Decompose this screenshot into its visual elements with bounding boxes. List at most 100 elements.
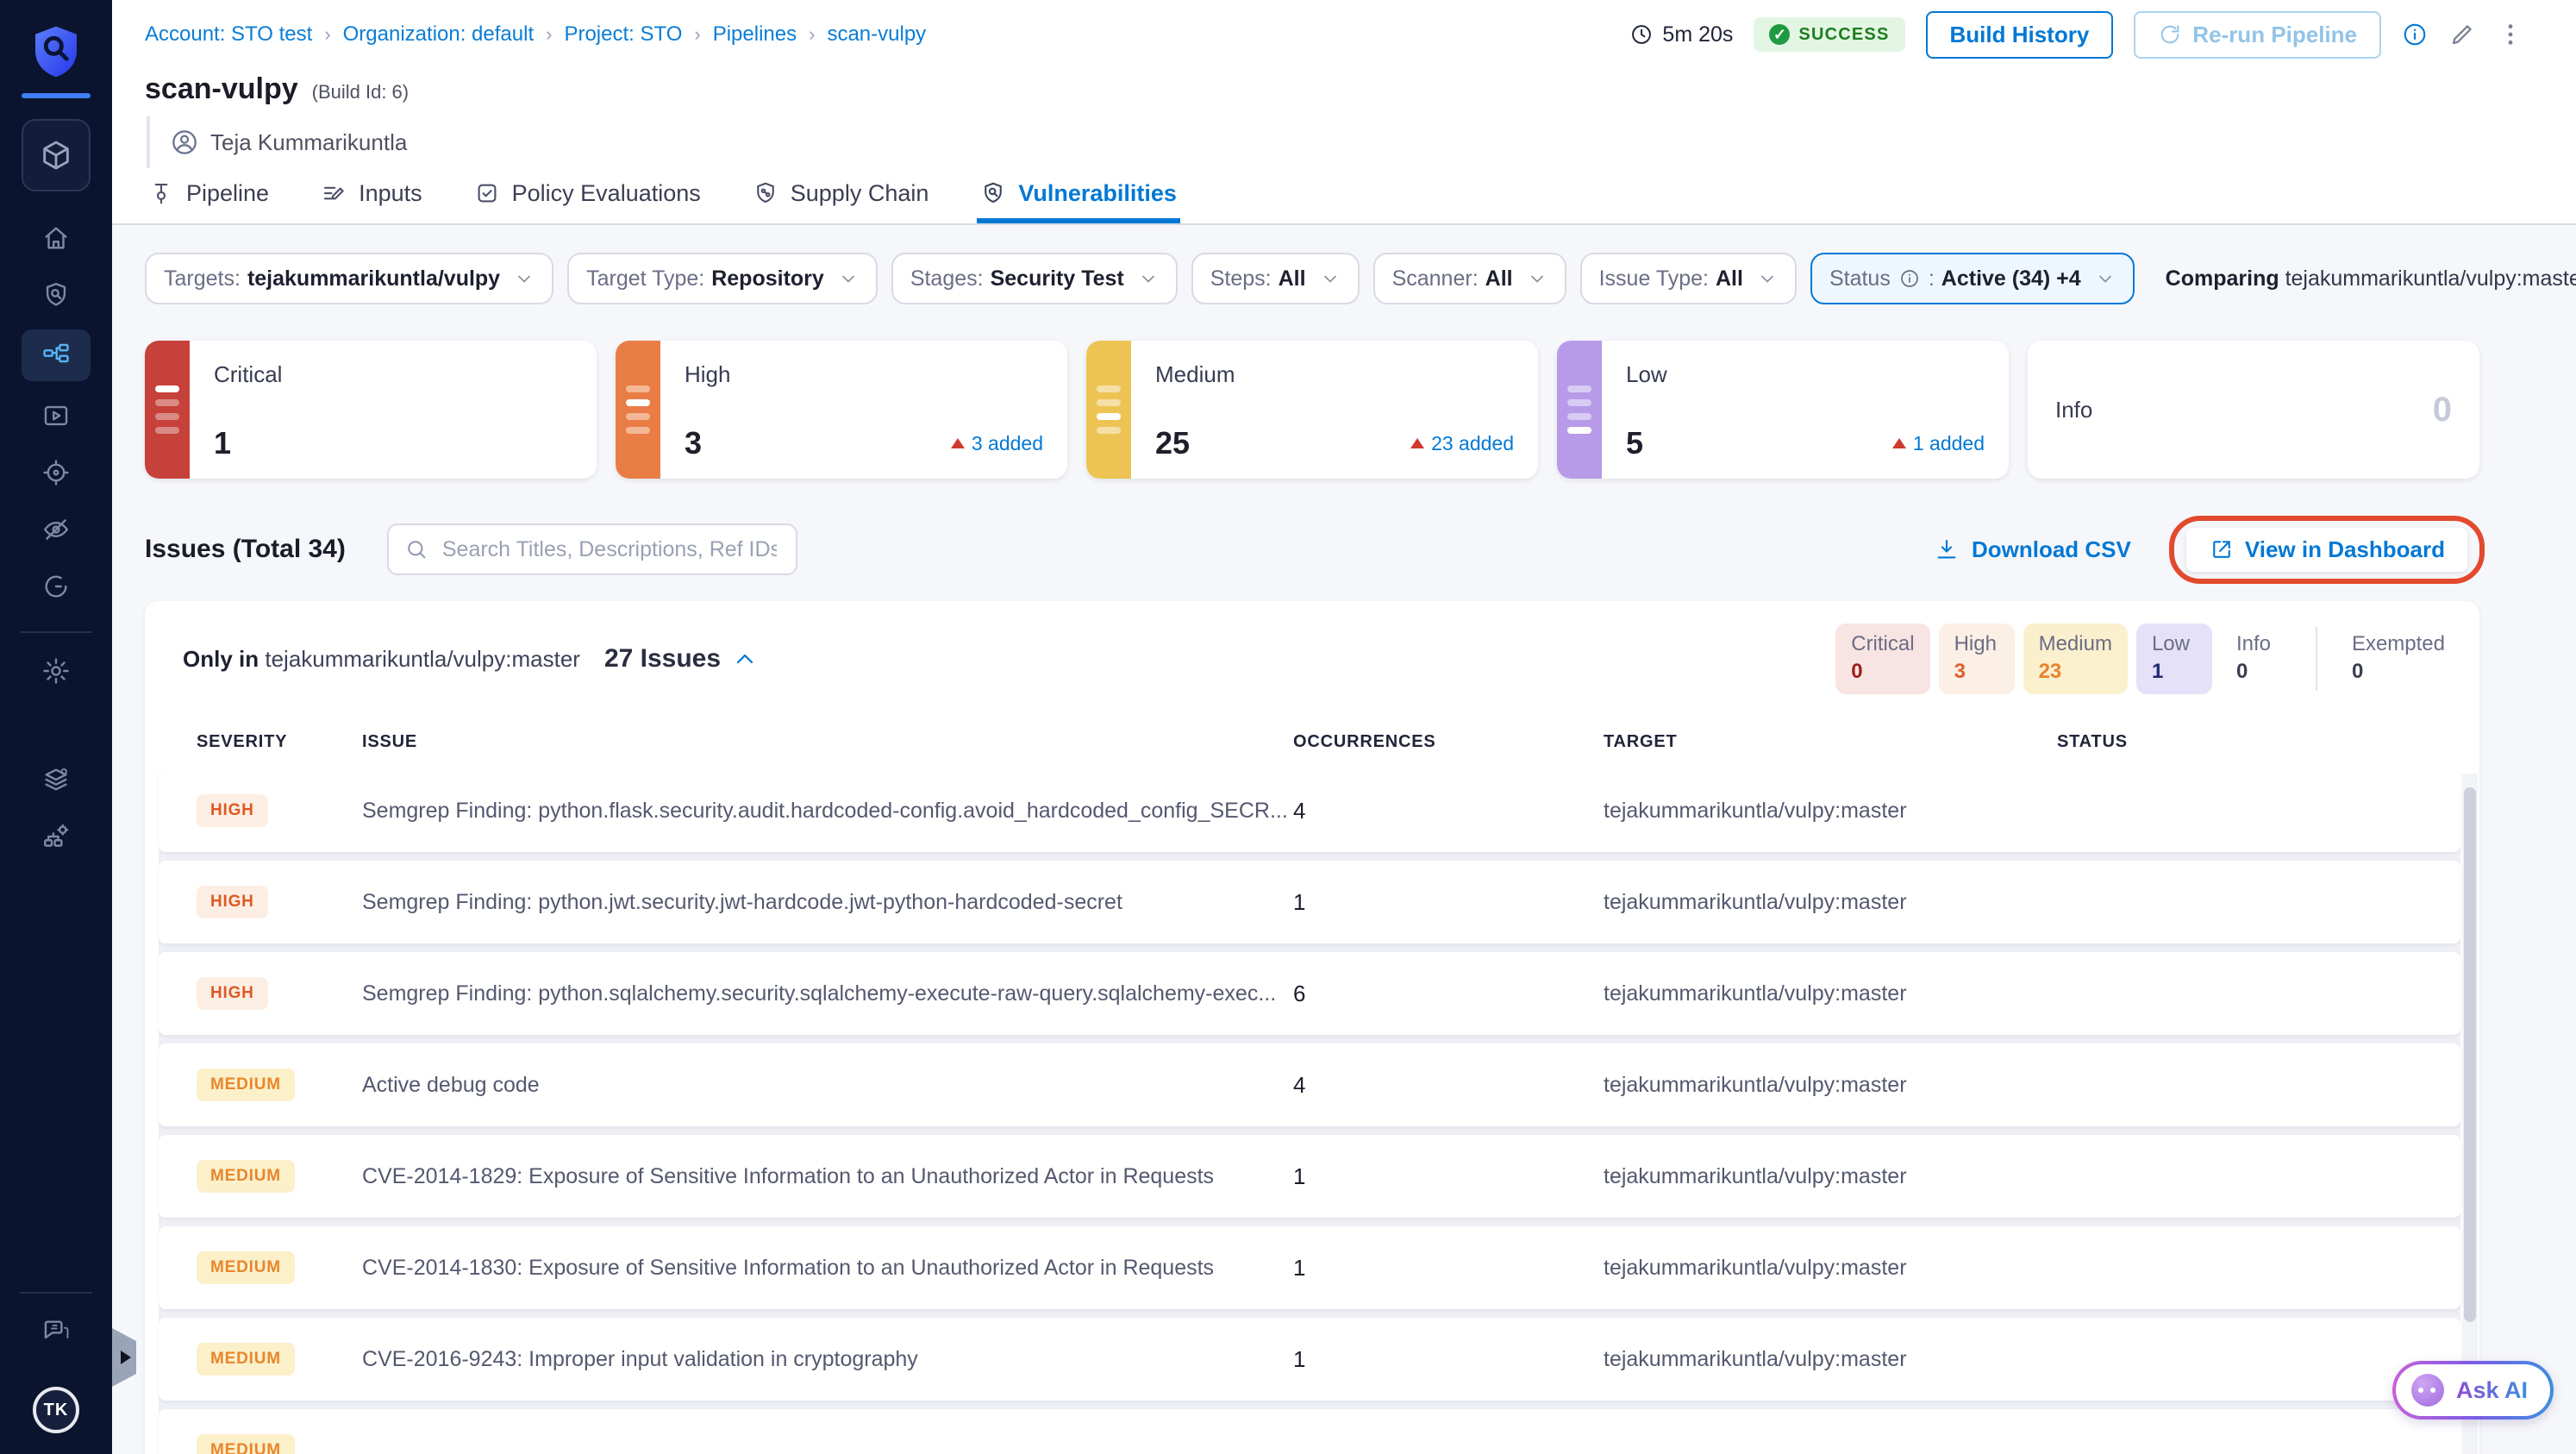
- chip-low[interactable]: Low 1: [2135, 624, 2212, 694]
- target-name: tejakummarikuntla/vulpy:master: [1604, 1072, 1907, 1097]
- download-csv-button[interactable]: Download CSV: [1934, 536, 2131, 563]
- table-row[interactable]: HIGH Semgrep Finding: python.jwt.security…: [159, 861, 2460, 943]
- collapse-group-button[interactable]: [731, 645, 759, 673]
- filter-scanner[interactable]: Scanner: All: [1372, 253, 1566, 304]
- breadcrumb-item[interactable]: Organization: default: [343, 22, 534, 47]
- chip-high[interactable]: High 3: [1938, 624, 2015, 694]
- tab-pipeline[interactable]: Pipeline: [145, 168, 272, 223]
- sidebar-item-help[interactable]: [22, 1309, 91, 1354]
- tab-label: Vulnerabilities: [1018, 179, 1177, 206]
- table-row[interactable]: MEDIUM: [159, 1409, 2460, 1454]
- breadcrumb-item[interactable]: scan-vulpy: [827, 22, 926, 47]
- kebab-menu-icon: [2497, 21, 2524, 48]
- filter-issuetype[interactable]: Issue Type: All: [1579, 253, 1797, 304]
- severity-gauge-icon: [616, 341, 660, 479]
- filter-targettype[interactable]: Target Type: Repository: [567, 253, 878, 304]
- severity-card-low[interactable]: Low 5 1 added: [1557, 341, 2009, 479]
- severity-card-body: Low 5 1 added: [1602, 341, 2009, 479]
- added-label: 1 added: [1912, 431, 1985, 454]
- user-avatar[interactable]: TK: [33, 1387, 79, 1433]
- tab-policy-evaluations[interactable]: Policy Evaluations: [471, 168, 704, 223]
- severity-card-info[interactable]: Info 0: [2028, 341, 2479, 479]
- severity-card-medium[interactable]: Medium 25 23 added: [1086, 341, 1538, 479]
- sidebar-bottom: TK: [0, 1282, 112, 1454]
- build-history-button[interactable]: Build History: [1925, 10, 2114, 59]
- title-block: scan-vulpy (Build Id: 6) Teja Kummarikun…: [112, 69, 2576, 168]
- sidebar-item-executions[interactable]: [22, 393, 91, 438]
- more-options-button[interactable]: [2497, 21, 2524, 48]
- occurrences-count: 4: [1293, 1071, 1306, 1098]
- sidebar-item-get-started[interactable]: [22, 564, 91, 609]
- occurrences-count: 1: [1293, 1254, 1306, 1281]
- sidebar-item-pipelines[interactable]: [22, 329, 91, 381]
- chip-count: 3: [1954, 660, 1966, 683]
- supply-chain-icon: [753, 180, 778, 206]
- breadcrumb-item[interactable]: Project: STO: [564, 22, 682, 47]
- table-row[interactable]: MEDIUM Active debug code 4 tejakummarikuntl…: [159, 1043, 2460, 1126]
- sidebar-item-settings[interactable]: [22, 649, 91, 693]
- sidebar-item-org-settings[interactable]: [22, 814, 91, 859]
- issues-search: [386, 523, 797, 575]
- chip-critical[interactable]: Critical 0: [1835, 624, 1930, 694]
- severity-badge: MEDIUM: [197, 1434, 295, 1454]
- issue-title: Semgrep Finding: python.sqlalchemy.secur…: [362, 981, 1277, 1006]
- settings-gear-icon: [41, 656, 71, 686]
- severity-card-high[interactable]: High 3 3 added: [616, 341, 1067, 479]
- breadcrumb-separator: ›: [324, 23, 331, 45]
- scrollbar-thumb[interactable]: [2464, 787, 2476, 1322]
- search-input[interactable]: [438, 535, 780, 564]
- issue-title: Semgrep Finding: python.flask.security.a…: [362, 798, 1288, 823]
- view-in-dashboard-button[interactable]: View in Dashboard: [2185, 527, 2467, 572]
- chip-count: 0: [2351, 660, 2364, 683]
- breadcrumb-item[interactable]: Account: STO test: [145, 22, 312, 47]
- tab-vulnerabilities[interactable]: Vulnerabilities: [977, 168, 1180, 223]
- filter-status[interactable]: Status: Active (34) +4: [1810, 253, 2135, 304]
- chip-exempted[interactable]: Exempted 0: [2336, 624, 2460, 694]
- table-row[interactable]: HIGH Semgrep Finding: python.flask.securi…: [159, 769, 2460, 852]
- issue-title: Semgrep Finding: python.jwt.security.jwt…: [362, 889, 1122, 914]
- chevron-down-icon: [1320, 268, 1341, 289]
- filter-label: Status: [1829, 266, 1891, 291]
- filter-steps[interactable]: Steps: All: [1191, 253, 1360, 304]
- exemptions-icon: [41, 515, 71, 544]
- sidebar-item-exemptions[interactable]: [22, 507, 91, 552]
- rerun-pipeline-button[interactable]: Re-run Pipeline: [2134, 10, 2381, 59]
- chip-label: Info: [2235, 632, 2271, 655]
- sidebar-item-default-settings[interactable]: [22, 757, 91, 802]
- filter-value: tejakummarikuntla/vulpy: [247, 266, 501, 291]
- severity-card-count: 5: [1626, 425, 1644, 461]
- column-header-target: TARGET: [1604, 732, 1678, 751]
- breadcrumb-item[interactable]: Pipelines: [713, 22, 797, 47]
- table-row[interactable]: HIGH Semgrep Finding: python.sqlalchemy.s…: [159, 952, 2460, 1035]
- table-row[interactable]: MEDIUM CVE-2016-9243: Improper input vali…: [159, 1318, 2460, 1401]
- sidebar-item-targets[interactable]: [22, 450, 91, 495]
- severity-card-bottom: 3 3 added: [685, 425, 1043, 461]
- filter-stages[interactable]: Stages: Security Test: [891, 253, 1178, 304]
- table-row[interactable]: MEDIUM CVE-2014-1829: Exposure of Sensiti…: [159, 1135, 2460, 1218]
- ask-ai-button[interactable]: Ask AI: [2392, 1361, 2554, 1420]
- issue-title: CVE-2016-9243: Improper input validation…: [362, 1346, 918, 1371]
- severity-card-label: Low: [1626, 361, 1667, 387]
- tab-label: Pipeline: [186, 179, 270, 206]
- tab-inputs[interactable]: Inputs: [317, 168, 426, 223]
- edit-pipeline-button[interactable]: [2448, 21, 2476, 48]
- filter-targets[interactable]: Targets: tejakummarikuntla/vulpy: [145, 253, 554, 304]
- filter-value: All: [1485, 266, 1513, 291]
- table-row[interactable]: MEDIUM CVE-2014-1830: Exposure of Sensiti…: [159, 1226, 2460, 1309]
- chip-info[interactable]: Info 0: [2221, 624, 2297, 694]
- search-icon: [404, 537, 428, 561]
- pipeline-info-button[interactable]: [2402, 22, 2428, 47]
- chip-medium[interactable]: Medium 23: [2023, 624, 2128, 694]
- module-selector-button[interactable]: [22, 119, 91, 191]
- sidebar-item-overview[interactable]: [22, 273, 91, 317]
- clock-icon: [1629, 22, 1654, 47]
- tab-supply-chain[interactable]: Supply Chain: [749, 168, 933, 223]
- severity-card-count: 25: [1155, 425, 1191, 461]
- severity-gauge-icon: [1086, 341, 1131, 479]
- severity-card-critical[interactable]: Critical 1: [145, 341, 597, 479]
- sidebar-item-home[interactable]: [22, 216, 91, 260]
- status-badge: ✓ SUCCESS: [1754, 17, 1905, 52]
- breadcrumb: Account: STO test › Organization: default ›…: [145, 22, 926, 47]
- chevron-down-icon: [1138, 268, 1159, 289]
- triangle-up-icon: [1891, 438, 1906, 448]
